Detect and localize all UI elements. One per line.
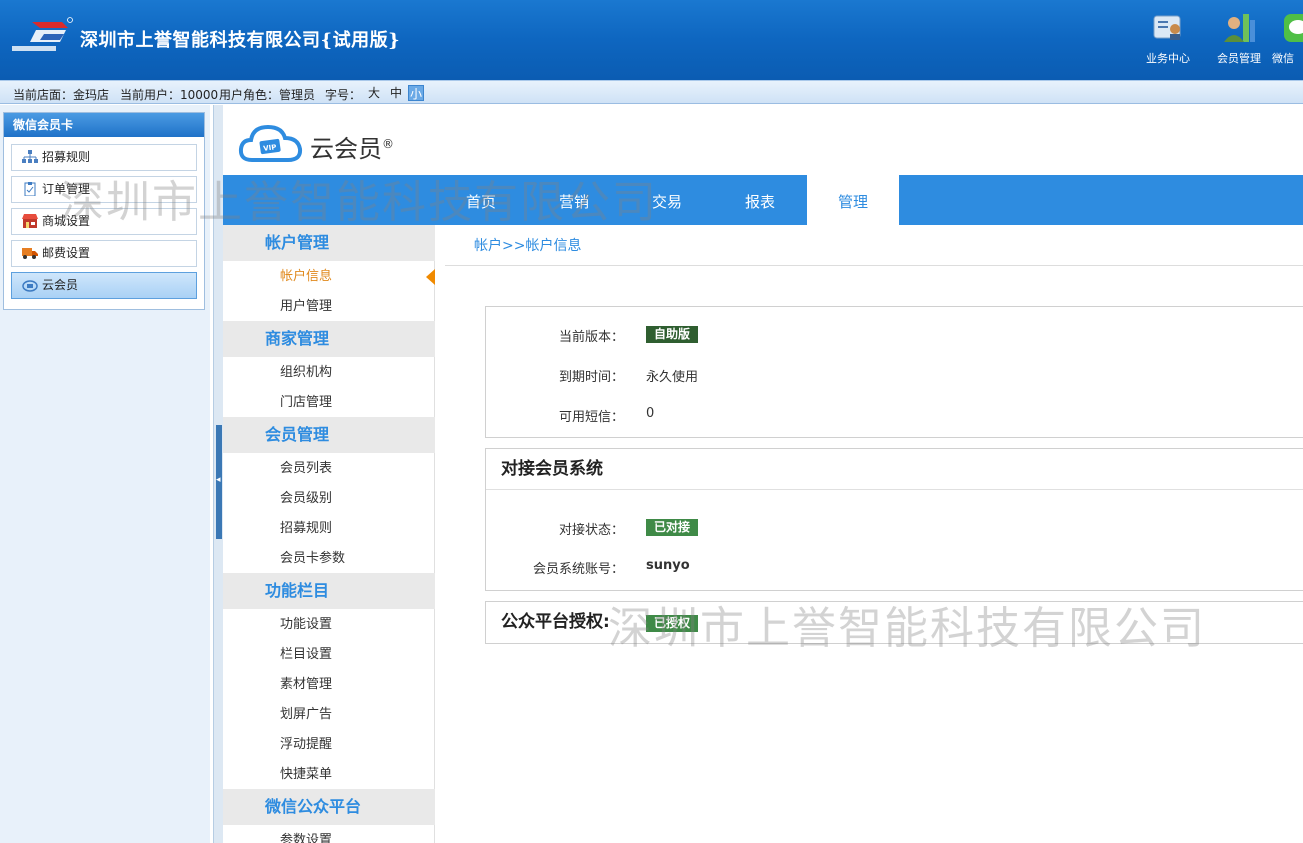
- business-center-icon: [1153, 15, 1181, 40]
- link-status-label: 对接状态：: [558, 523, 624, 538]
- company-logo-icon: [12, 17, 73, 51]
- version-badge: 自助版: [646, 326, 699, 343]
- member-account-value: sunyo: [646, 558, 690, 573]
- brand-name: 云会员®: [310, 129, 394, 164]
- sidebar-item-mall-settings[interactable]: 商城设置: [11, 208, 197, 235]
- tab-trade[interactable]: 交易: [621, 175, 713, 225]
- menu-group-merchant: 商家管理: [223, 321, 435, 357]
- user-role: 用户角色：管理员: [219, 88, 316, 102]
- top-banner: 深圳市上誉智能科技有限公司{试用版} 业务中心 会员管理 微信: [0, 0, 1303, 80]
- sidebar-item-cloud-member[interactable]: 云会员: [11, 272, 197, 299]
- sidebar-item-label: 订单管理: [42, 182, 91, 196]
- menu-item-column-settings[interactable]: 栏目设置: [223, 640, 435, 670]
- panel-title: 微信会员卡: [4, 113, 204, 137]
- expiry-label: 到期时间：: [558, 370, 624, 385]
- collapse-handle[interactable]: ◂: [216, 425, 222, 539]
- breadcrumb: 帐户>>帐户信息: [445, 225, 1303, 266]
- org-chart-icon: [22, 150, 38, 163]
- menu-item-account-info[interactable]: 帐户信息: [223, 262, 435, 292]
- main-nav: 首页 营销 交易 报表 管理: [223, 175, 1303, 225]
- topnav-label: 微信: [1272, 52, 1294, 65]
- topnav-label: 会员管理: [1217, 52, 1261, 65]
- menu-item-quick-menu[interactable]: 快捷菜单: [223, 760, 435, 790]
- public-platform-card: 公众平台授权: 已授权: [485, 601, 1303, 644]
- sidebar-item-label: 招募规则: [42, 150, 91, 164]
- menu-item-swipe-ads[interactable]: 划屏广告: [223, 700, 435, 730]
- company-name: 深圳市上誉智能科技有限公司{试用版}: [80, 30, 401, 51]
- font-size-small[interactable]: 小: [408, 85, 424, 101]
- menu-item-organization[interactable]: 组织机构: [223, 358, 435, 388]
- sidebar-item-recruit-rules[interactable]: 招募规则: [11, 144, 197, 171]
- registered-mark: ®: [382, 137, 394, 151]
- menu-group-account: 帐户管理: [223, 225, 435, 261]
- menu-item-member-level[interactable]: 会员级别: [223, 484, 435, 514]
- menu-item-label: 帐户信息: [280, 269, 333, 284]
- menu-item-float-reminder[interactable]: 浮动提醒: [223, 730, 435, 760]
- menu-group-wechat-platform: 微信公众平台: [223, 789, 435, 825]
- menu-item-store-management[interactable]: 门店管理: [223, 388, 435, 418]
- cloud-member-logo-icon: VIP: [238, 124, 303, 162]
- sms-label: 可用短信：: [558, 410, 624, 425]
- menu-item-member-list[interactable]: 会员列表: [223, 454, 435, 484]
- sidebar-item-label: 商城设置: [42, 214, 91, 228]
- brand-name-text: 云会员: [310, 135, 382, 163]
- tab-marketing[interactable]: 营销: [528, 175, 620, 225]
- authorized-badge: 已授权: [646, 615, 699, 632]
- account-info-card: 当前版本： 自助版 到期时间： 永久使用 可用短信： 0: [485, 306, 1303, 438]
- row-link-status: 对接状态： 已对接: [486, 519, 1303, 539]
- sidebar-item-order-management[interactable]: 订单管理: [11, 176, 197, 203]
- public-platform-title: 公众平台授权:: [501, 612, 610, 632]
- member-account-label: 会员系统账号：: [532, 562, 624, 577]
- content-frame: VIP 云会员® 首页 营销 交易 报表 管理 帐户管理 帐户信息 用户管理 商…: [223, 105, 1303, 843]
- row-sms: 可用短信： 0: [486, 406, 1303, 426]
- tab-management[interactable]: 管理: [807, 175, 899, 225]
- menu-group-member: 会员管理: [223, 417, 435, 453]
- expiry-value: 永久使用: [646, 370, 699, 385]
- info-bar: 当前店面：金玛店 当前用户：10000 用户角色：管理员 字号： 大 中 小: [0, 80, 1303, 104]
- store-icon: [22, 214, 38, 228]
- font-size-medium[interactable]: 中: [388, 85, 404, 101]
- wechat-card-panel: 微信会员卡 招募规则 订单管理 商城设置 邮费设置 云会员: [3, 112, 205, 310]
- member-management-icon: [1224, 14, 1255, 42]
- topnav-business-center[interactable]: 业务中心: [1135, 10, 1201, 66]
- tab-reports[interactable]: 报表: [714, 175, 806, 225]
- current-store: 当前店面：金玛店: [13, 88, 110, 102]
- cloud-vip-icon: [22, 280, 38, 292]
- topnav-wechat[interactable]: 微信: [1272, 10, 1303, 66]
- panel-splitter: ◂: [213, 105, 223, 843]
- clipboard-icon: [24, 182, 36, 196]
- row-member-account: 会员系统账号： sunyo: [486, 558, 1303, 578]
- row-version: 当前版本： 自助版: [486, 326, 1303, 346]
- menu-item-user-management[interactable]: 用户管理: [223, 292, 435, 322]
- menu-item-feature-settings[interactable]: 功能设置: [223, 610, 435, 640]
- tab-home[interactable]: 首页: [435, 175, 527, 225]
- version-label: 当前版本：: [558, 330, 624, 345]
- link-status-badge: 已对接: [646, 519, 699, 536]
- member-system-title: 对接会员系统: [486, 449, 1303, 490]
- sidebar-item-label: 邮费设置: [42, 246, 91, 260]
- sidebar-item-label: 云会员: [42, 278, 79, 292]
- topnav-member-management[interactable]: 会员管理: [1206, 10, 1272, 66]
- row-expiry: 到期时间： 永久使用: [486, 366, 1303, 386]
- secondary-menu: 帐户管理 帐户信息 用户管理 商家管理 组织机构 门店管理 会员管理 会员列表 …: [223, 225, 435, 843]
- active-arrow-icon: [426, 269, 435, 285]
- font-size-large[interactable]: 大: [366, 85, 382, 101]
- wechat-icon: [1284, 14, 1303, 42]
- topnav-label: 业务中心: [1146, 52, 1190, 65]
- chevron-left-icon: ◂: [216, 475, 221, 485]
- menu-item-materials[interactable]: 素材管理: [223, 670, 435, 700]
- left-sidebar: 微信会员卡 招募规则 订单管理 商城设置 邮费设置 云会员: [0, 105, 210, 843]
- current-user: 当前用户：10000: [120, 88, 219, 102]
- menu-group-features: 功能栏目: [223, 573, 435, 609]
- menu-item-card-params[interactable]: 会员卡参数: [223, 544, 435, 574]
- member-system-card: 对接会员系统 对接状态： 已对接 会员系统账号： sunyo: [485, 448, 1303, 591]
- menu-item-param-settings[interactable]: 参数设置: [223, 826, 435, 843]
- font-size-label: 字号：: [325, 88, 362, 102]
- sidebar-item-postage-settings[interactable]: 邮费设置: [11, 240, 197, 267]
- truck-icon: [22, 248, 38, 259]
- menu-item-recruit-rules[interactable]: 招募规则: [223, 514, 435, 544]
- sms-value: 0: [646, 406, 655, 421]
